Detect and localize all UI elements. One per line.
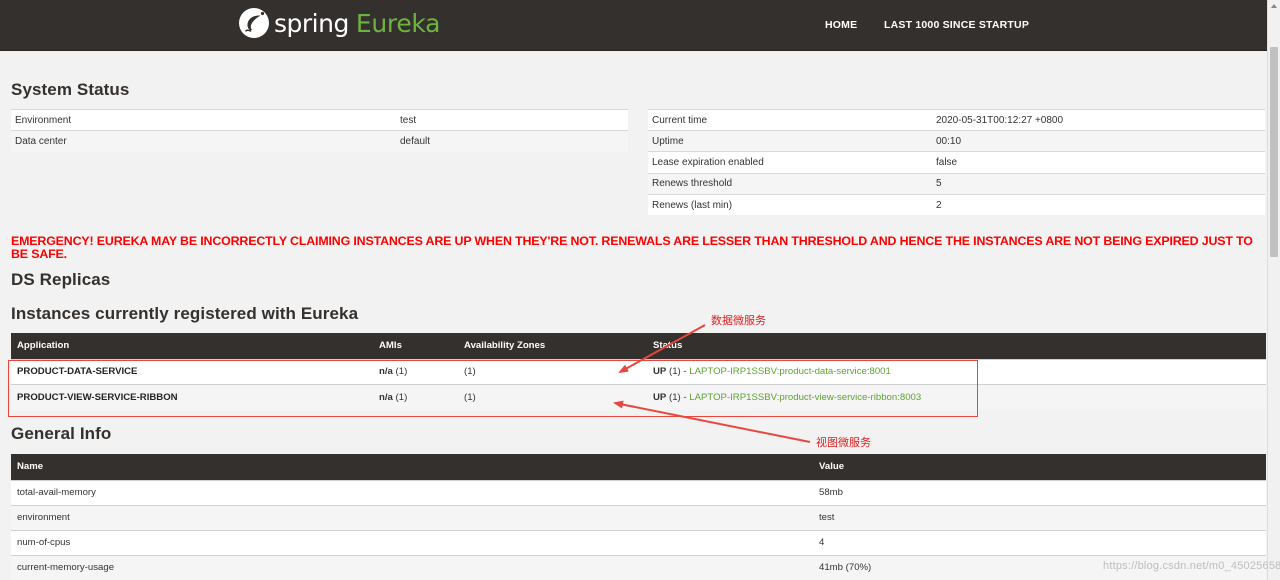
table-row: Renews threshold 5 (648, 172, 1265, 195)
emergency-warning: EMERGENCY! EUREKA MAY BE INCORRECTLY CLA… (11, 234, 1253, 261)
amis-cell: n/a (1) (373, 358, 458, 384)
table-row: total-avail-memory 58mb (11, 479, 1266, 505)
general-info-header-row: Name Value (11, 454, 1266, 480)
system-status-heading: System Status (11, 80, 130, 99)
instance-link[interactable]: LAPTOP-IRP1SSBV:product-data-service:800… (689, 366, 891, 377)
instances-table: Application AMIs Availability Zones Stat… (11, 333, 1266, 410)
amis-cell: n/a (1) (373, 383, 458, 410)
system-status-right-table: Current time 2020-05-31T00:12:27 +0800 U… (648, 108, 1265, 216)
instances-heading: Instances currently registered with Eure… (11, 304, 359, 323)
info-name: num-of-cpus (11, 529, 813, 555)
status-cell: UP (1) - LAPTOP-IRP1SSBV:product-data-se… (647, 358, 1266, 384)
table-row: PRODUCT-DATA-SERVICE n/a (1) (1) UP (1) … (11, 358, 1266, 384)
system-status-left-table: Environment test Data center default (11, 108, 628, 152)
zones-cell: (1) (458, 358, 647, 384)
status-value: 2 (932, 193, 1265, 216)
nav-last-1000-link[interactable]: LAST 1000 SINCE STARTUP (884, 19, 1029, 31)
status-value: test (396, 108, 628, 131)
table-row: PRODUCT-VIEW-SERVICE-RIBBON n/a (1) (1) … (11, 383, 1266, 410)
table-row: Lease expiration enabled false (648, 151, 1265, 174)
scroll-thumb[interactable] (1270, 47, 1278, 257)
status-key: Uptime (648, 130, 932, 152)
table-row: current-memory-usage 41mb (70%) (11, 554, 1266, 580)
amis-count: (1) (395, 391, 408, 403)
table-row: num-of-cpus 4 (11, 529, 1266, 555)
ds-replicas-heading: DS Replicas (11, 270, 111, 289)
status-value: default (396, 130, 628, 152)
table-row: Current time 2020-05-31T00:12:27 +0800 (648, 108, 1265, 131)
column-header-amis: AMIs (373, 333, 458, 359)
status-key: Current time (648, 108, 932, 131)
annotation-view-service-label: 视图微服务 (816, 436, 871, 449)
general-info-heading: General Info (11, 424, 112, 443)
instance-link[interactable]: LAPTOP-IRP1SSBV:product-view-service-rib… (689, 392, 921, 403)
column-header-application: Application (11, 333, 373, 359)
general-info-table: Name Value total-avail-memory 58mb envir… (11, 454, 1266, 580)
status-key: Data center (11, 130, 396, 152)
status-key: Renews (last min) (648, 193, 932, 216)
zones-cell: (1) (458, 383, 647, 410)
column-header-status: Status (647, 333, 1266, 359)
nav-home-link[interactable]: HOME (825, 19, 857, 31)
page-scrollbar[interactable] (1267, 0, 1280, 580)
table-row: Environment test (11, 108, 628, 131)
status-up: UP (653, 391, 667, 403)
info-name: current-memory-usage (11, 554, 813, 580)
application-name: PRODUCT-VIEW-SERVICE-RIBBON (11, 383, 373, 410)
scroll-up-arrow-icon[interactable] (1271, 4, 1277, 8)
column-header-value: Value (813, 454, 1266, 480)
annotation-data-service-label: 数据微服务 (711, 314, 766, 327)
status-value: 2020-05-31T00:12:27 +0800 (932, 108, 1265, 131)
watermark: https://blog.csdn.net/m0_45025658 (1103, 560, 1280, 572)
info-name: total-avail-memory (11, 479, 813, 505)
spring-eureka-logo[interactable]: spring Eureka (238, 6, 440, 40)
info-name: environment (11, 504, 813, 530)
info-value: 58mb (813, 479, 1266, 505)
amis-na: n/a (379, 391, 393, 403)
amis-na: n/a (379, 366, 393, 377)
column-header-name: Name (11, 454, 813, 480)
status-value: 00:10 (932, 130, 1265, 152)
status-up: UP (653, 366, 667, 377)
status-count: (1) - (669, 391, 687, 403)
table-row: Renews (last min) 2 (648, 193, 1265, 216)
status-key: Environment (11, 108, 396, 131)
column-header-zones: Availability Zones (458, 333, 647, 359)
instances-header-row: Application AMIs Availability Zones Stat… (11, 333, 1266, 359)
table-row: environment test (11, 504, 1266, 530)
brand-eureka-text: Eureka (355, 8, 441, 38)
table-row: Uptime 00:10 (648, 130, 1265, 152)
brand-spring-text: spring (274, 8, 349, 38)
table-row: Data center default (11, 130, 628, 152)
status-cell: UP (1) - LAPTOP-IRP1SSBV:product-view-se… (647, 383, 1266, 410)
status-value: 5 (932, 172, 1265, 195)
amis-count: (1) (395, 366, 408, 377)
info-value: 4 (813, 529, 1266, 555)
info-value: test (813, 504, 1266, 530)
status-count: (1) - (669, 366, 687, 377)
spring-leaf-icon (239, 8, 269, 38)
application-name: PRODUCT-DATA-SERVICE (11, 358, 373, 384)
status-value: false (932, 151, 1265, 174)
status-key: Lease expiration enabled (648, 151, 932, 174)
top-navbar: spring Eureka HOME LAST 1000 SINCE START… (0, 0, 1280, 51)
status-key: Renews threshold (648, 172, 932, 195)
